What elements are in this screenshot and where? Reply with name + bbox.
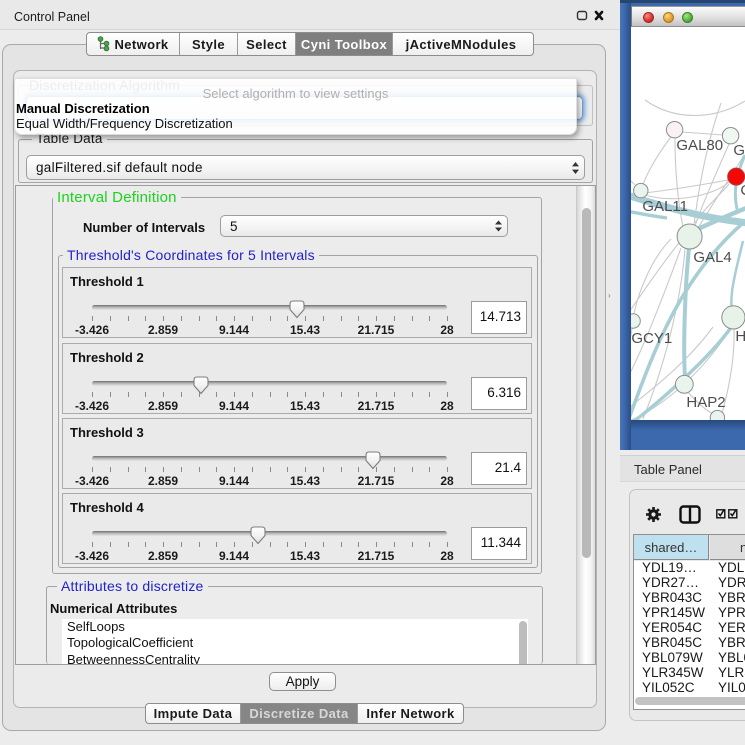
svg-text:HAP2: HAP2	[686, 394, 725, 411]
svg-text:GAL11: GAL11	[642, 198, 688, 215]
svg-text:GAL4: GAL4	[693, 249, 731, 266]
svg-text:GCY1: GCY1	[631, 330, 672, 347]
svg-text:GA: GA	[733, 142, 745, 159]
svg-text:GAL80: GAL80	[676, 137, 723, 154]
svg-text:H: H	[735, 328, 745, 345]
svg-text:C: C	[740, 182, 745, 199]
